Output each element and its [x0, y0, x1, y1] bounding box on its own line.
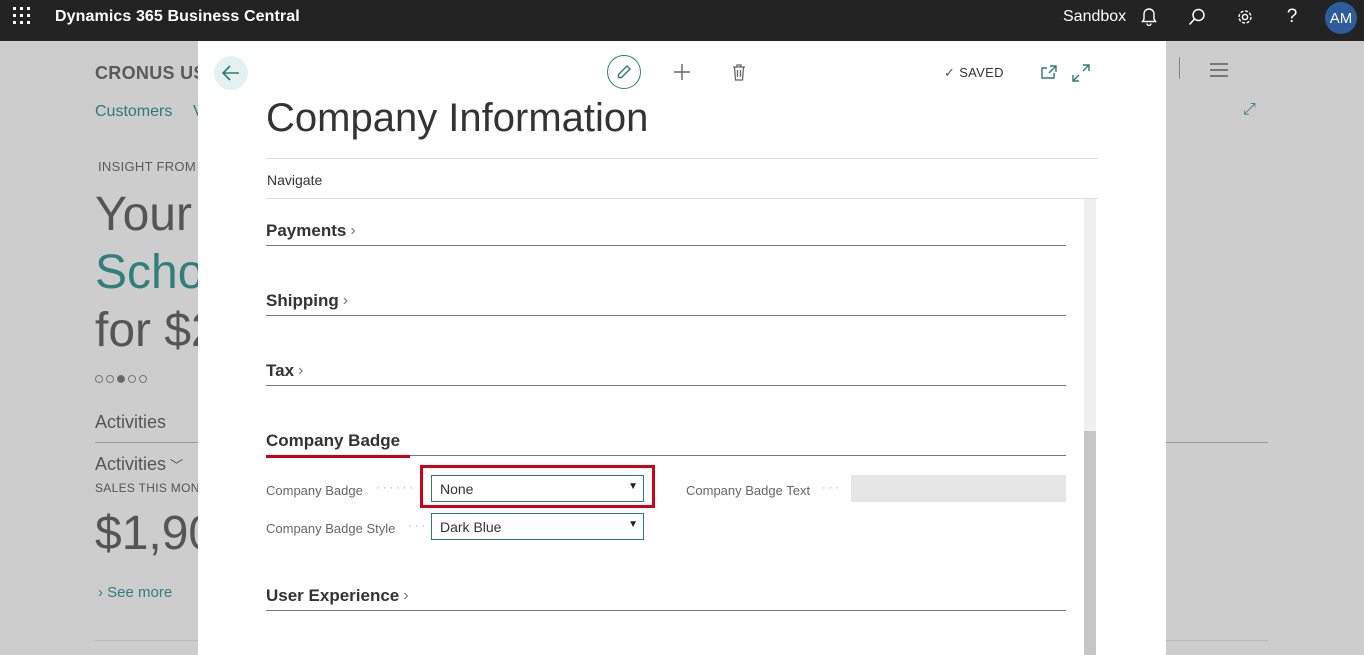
dropdown-arrow-icon: ▼ — [628, 519, 638, 530]
section-payments[interactable]: Payments › — [266, 221, 1066, 246]
checkmark-icon: ✓ — [944, 65, 956, 80]
activities-title: Activities — [95, 412, 167, 432]
divider — [266, 245, 1066, 246]
section-title: Company Badge — [266, 431, 401, 450]
divider — [1179, 57, 1180, 79]
app-launcher-icon[interactable] — [13, 7, 33, 27]
edit-button[interactable] — [607, 55, 641, 89]
section-title: Shipping — [266, 291, 339, 310]
see-more-link[interactable]: › See more — [98, 584, 172, 601]
leader-dots: ··· — [822, 482, 842, 494]
leader-dots: ··· — [408, 520, 428, 532]
company-name: CRONUS US — [95, 63, 206, 83]
section-user-experience[interactable]: User Experience › — [266, 586, 1066, 611]
expand-icon[interactable]: ⤢ — [1243, 101, 1256, 119]
chevron-right-icon: › — [350, 222, 356, 239]
help-icon[interactable]: ? — [1281, 6, 1303, 28]
gear-icon[interactable] — [1234, 6, 1256, 28]
divider — [266, 198, 1098, 199]
saved-status: ✓ SAVED — [944, 65, 1004, 80]
pencil-icon — [617, 65, 631, 79]
company-badge-text-field[interactable] — [851, 475, 1066, 502]
insight-label: INSIGHT FROM L — [98, 159, 208, 174]
section-title: User Experience — [266, 586, 400, 605]
page-title: Company Information — [266, 96, 649, 140]
section-title: Payments — [266, 221, 347, 240]
sales-label: SALES THIS MON — [95, 481, 200, 495]
section-shipping[interactable]: Shipping › — [266, 291, 1066, 316]
company-information-dialog: ✓ SAVED Company Information Navigate Paym… — [198, 41, 1166, 655]
delete-button[interactable] — [728, 61, 750, 83]
company-badge-label: Company Badge — [266, 483, 363, 498]
activities-group[interactable]: Activities ﹀ — [95, 454, 183, 475]
open-new-window-button[interactable] — [1040, 64, 1060, 84]
expand-icon — [1072, 64, 1090, 82]
annotation-underline — [266, 455, 410, 458]
trash-icon — [733, 63, 745, 81]
top-bar: Dynamics 365 Business Central Sandbox ? … — [0, 0, 1364, 41]
add-button[interactable] — [670, 60, 694, 84]
menu-icon[interactable] — [1210, 63, 1228, 81]
expand-button[interactable] — [1072, 64, 1092, 84]
headline-line-1: Your — [95, 188, 192, 241]
company-badge-text-label: Company Badge Text — [686, 483, 811, 498]
search-icon[interactable] — [1186, 6, 1208, 28]
arrow-left-icon — [222, 65, 239, 81]
company-badge-style-select[interactable]: Dark Blue ▼ — [431, 513, 644, 540]
divider — [266, 610, 1066, 611]
nav-item-customers[interactable]: Customers — [95, 103, 172, 121]
avatar[interactable]: AM — [1325, 2, 1357, 34]
chevron-right-icon: › — [403, 587, 409, 604]
back-button[interactable] — [214, 56, 248, 90]
chevron-right-icon: › — [342, 292, 349, 309]
scrollbar-thumb[interactable] — [1084, 431, 1096, 655]
headline-line-2: Scho — [95, 246, 205, 299]
section-tax[interactable]: Tax › — [266, 361, 1066, 386]
section-company-badge[interactable]: Company Badge — [266, 431, 1066, 456]
leader-dots: ······ — [376, 482, 416, 494]
divider — [266, 385, 1066, 386]
bell-icon[interactable] — [1138, 6, 1160, 28]
navigate-action[interactable]: Navigate — [267, 172, 322, 188]
divider — [266, 315, 1066, 316]
app-title: Dynamics 365 Business Central — [55, 8, 300, 25]
carousel-dots[interactable] — [95, 375, 147, 383]
divider — [266, 158, 1098, 159]
company-badge-style-label: Company Badge Style — [266, 521, 396, 536]
annotation-highlight-box — [420, 465, 655, 508]
plus-icon — [674, 64, 690, 80]
chevron-right-icon: › — [298, 362, 304, 379]
section-title: Tax — [266, 361, 295, 380]
popout-icon — [1041, 65, 1057, 79]
environment-label: Sandbox — [1063, 8, 1127, 25]
